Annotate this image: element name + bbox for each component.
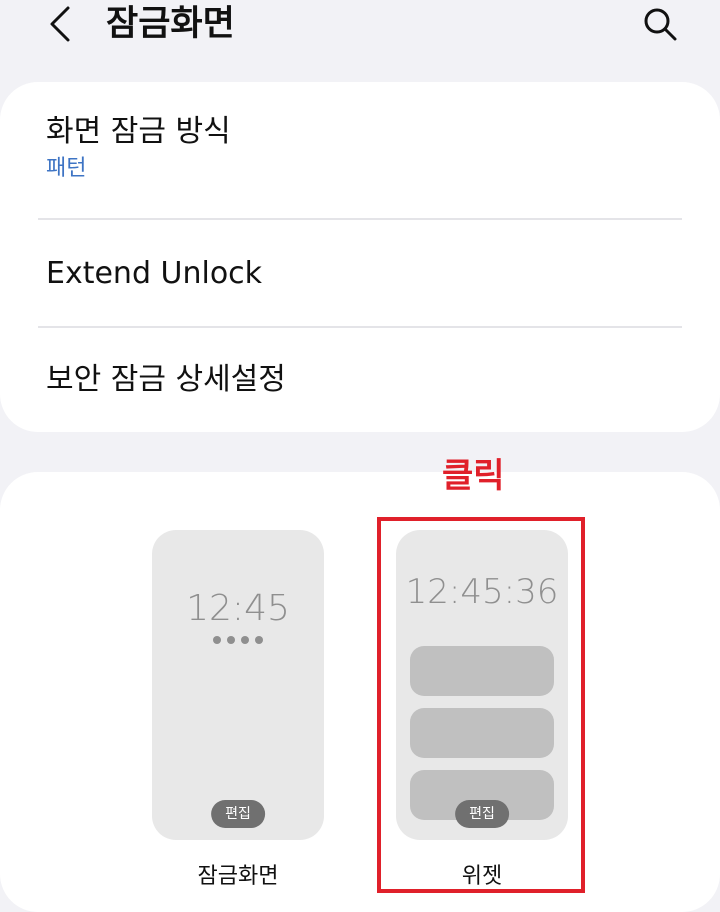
- lock-screen-clock: 12:45: [186, 588, 290, 629]
- screen-lock-type-item[interactable]: 화면 잠금 방식 패턴: [46, 112, 682, 184]
- lock-screen-edit-button[interactable]: 편집: [211, 800, 265, 828]
- pattern-dots: [152, 636, 324, 644]
- extend-unlock-title: Extend Unlock: [46, 256, 263, 291]
- pattern-dot: [227, 636, 235, 644]
- pattern-dot: [213, 636, 221, 644]
- lock-screen-preview[interactable]: 12:45 편집: [152, 530, 324, 840]
- screen-lock-type-value: 패턴: [46, 156, 87, 181]
- screen-lock-type-title: 화면 잠금 방식: [46, 114, 231, 149]
- pattern-dot: [241, 636, 249, 644]
- divider: [38, 326, 682, 328]
- back-button[interactable]: [40, 0, 80, 48]
- chevron-left-icon: [50, 6, 70, 42]
- lock-screen-label: 잠금화면: [197, 864, 279, 889]
- pattern-dot: [255, 636, 263, 644]
- divider: [38, 218, 682, 220]
- secure-lock-settings-title: 보안 잠금 상세설정: [46, 362, 286, 397]
- page-title: 잠금화면: [106, 4, 235, 44]
- secure-lock-settings-item[interactable]: 보안 잠금 상세설정: [46, 360, 682, 400]
- click-highlight-box: [377, 517, 585, 893]
- search-button[interactable]: [636, 0, 684, 48]
- click-annotation: 클릭: [442, 456, 505, 496]
- app-header: 잠금화면: [0, 0, 720, 60]
- extend-unlock-item[interactable]: Extend Unlock: [46, 254, 682, 294]
- lock-screen-preview-card: 12:45 편집 잠금화면 12:45:36 편집 위젯: [0, 472, 720, 912]
- search-icon: [644, 8, 677, 41]
- lock-settings-card: 화면 잠금 방식 패턴 Extend Unlock 보안 잠금 상세설정: [0, 82, 720, 432]
